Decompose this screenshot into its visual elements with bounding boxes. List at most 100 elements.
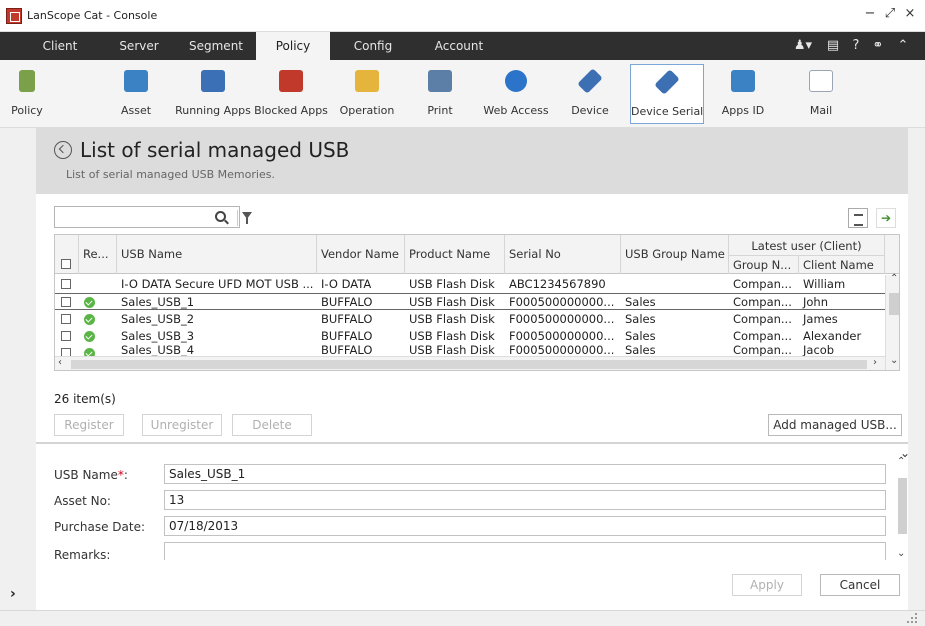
toolbar-policy[interactable]: Policy	[2, 64, 52, 124]
purchase-date-label: Purchase Date:	[54, 520, 146, 534]
delete-button[interactable]: Delete	[232, 414, 312, 436]
table-vertical-scrollbar[interactable]: ⌃ ⌄	[885, 273, 899, 370]
scroll-up-icon[interactable]: ⌃	[890, 273, 898, 284]
purchase-date-field[interactable]: 07/18/2013	[164, 516, 886, 536]
scroll-left-icon[interactable]: ‹	[58, 357, 62, 368]
table-horizontal-scrollbar[interactable]: ‹ ›	[55, 356, 885, 370]
page-title: List of serial managed USB	[80, 138, 350, 162]
user-icon[interactable]: ♟▾	[790, 32, 816, 60]
table-row[interactable]: I-O DATA Secure UFD MOT USB ... I-O DATA…	[55, 276, 899, 293]
status-bar	[0, 610, 925, 626]
right-frame	[908, 128, 925, 626]
mail-icon	[809, 70, 833, 92]
search-input[interactable]	[54, 206, 252, 228]
registered-check-icon	[84, 331, 95, 342]
column-usb-group-name[interactable]: USB Group Name	[621, 235, 729, 274]
details-scrollbar[interactable]: ⌃ ⌄	[896, 452, 908, 570]
toolbar-mail[interactable]: Mail	[796, 64, 846, 124]
apps-id-icon	[731, 70, 755, 92]
registered-check-icon	[84, 297, 95, 308]
web-access-icon	[505, 70, 527, 92]
register-button[interactable]: Register	[54, 414, 124, 436]
asset-icon	[124, 70, 148, 92]
toolbar-device[interactable]: Device	[562, 64, 618, 124]
toolbar-blocked-apps[interactable]: Blocked Apps	[252, 64, 330, 124]
table-row[interactable]: Sales_USB_2 BUFFALO USB Flash Disk F0005…	[55, 311, 899, 328]
tab-segment[interactable]: Segment	[178, 32, 254, 60]
table-header: Re... USB Name Vendor Name Product Name …	[55, 235, 899, 274]
print-icon	[428, 70, 452, 92]
column-registered[interactable]: Re...	[79, 235, 117, 274]
column-product-name[interactable]: Product Name	[405, 235, 505, 274]
scroll-thumb[interactable]	[898, 478, 907, 534]
tab-server[interactable]: Server	[104, 32, 174, 60]
apply-button[interactable]: Apply	[732, 574, 802, 596]
globe-icon[interactable]: ⚭	[868, 32, 888, 60]
unregister-button[interactable]: Unregister	[142, 414, 222, 436]
usb-details-panel: USB Name*: Sales_USB_1 Asset No: 13 Purc…	[36, 442, 908, 610]
toolbar-asset[interactable]: Asset	[108, 64, 164, 124]
back-icon[interactable]	[54, 141, 72, 159]
cancel-button[interactable]: Cancel	[820, 574, 900, 596]
table-row[interactable]: Sales_USB_4 BUFFALO USB Flash Disk F0005…	[55, 345, 899, 356]
left-frame	[0, 128, 36, 626]
export-icon[interactable]: ➔	[876, 208, 896, 228]
minimize-button[interactable]: −	[862, 6, 878, 21]
help-icon[interactable]: ?	[846, 32, 866, 60]
window-title: LanScope Cat - Console	[27, 9, 158, 22]
tab-policy[interactable]: Policy	[256, 32, 330, 60]
app-logo-icon	[6, 8, 22, 24]
toolbar-operation[interactable]: Operation	[336, 64, 398, 124]
close-button[interactable]: ×	[902, 6, 918, 21]
remarks-field[interactable]	[164, 542, 886, 560]
column-client-name[interactable]: Client Name	[799, 255, 885, 274]
toolbar-device-serial[interactable]: Device Serial	[630, 64, 704, 124]
scroll-down-icon[interactable]: ⌄	[890, 355, 898, 366]
row-checkbox[interactable]	[61, 279, 71, 289]
item-count: 26 item(s)	[54, 392, 116, 406]
expand-sidebar-icon[interactable]: ›	[10, 586, 16, 602]
select-all-checkbox[interactable]	[61, 259, 71, 269]
asset-no-field[interactable]: 13	[164, 490, 886, 510]
scroll-down-icon[interactable]: ⌄	[897, 548, 905, 559]
page-subtitle: List of serial managed USB Memories.	[66, 168, 275, 181]
tab-config[interactable]: Config	[334, 32, 412, 60]
resize-grip-icon[interactable]	[906, 612, 918, 624]
toolbar-apps-id[interactable]: Apps ID	[718, 64, 768, 124]
ribbon-toolbar: Policy Asset Running Apps Blocked Apps O…	[0, 60, 925, 128]
asset-no-label: Asset No:	[54, 494, 111, 508]
scroll-thumb[interactable]	[71, 360, 867, 369]
page-header: List of serial managed USB List of seria…	[36, 128, 908, 194]
scroll-right-icon[interactable]: ›	[873, 357, 877, 368]
row-checkbox[interactable]	[61, 331, 71, 341]
add-managed-usb-button[interactable]: Add managed USB...	[768, 414, 902, 436]
column-serial-no[interactable]: Serial No	[505, 235, 621, 274]
title-bar: LanScope Cat - Console − ⤢ ×	[0, 0, 925, 32]
select-all-header	[55, 235, 79, 274]
tab-account[interactable]: Account	[418, 32, 500, 60]
row-checkbox[interactable]	[61, 297, 71, 307]
running-apps-icon	[201, 70, 225, 92]
toolbar-print[interactable]: Print	[414, 64, 466, 124]
row-checkbox[interactable]	[61, 314, 71, 324]
notes-icon[interactable]: ▤	[822, 32, 844, 60]
filter-icon[interactable]	[237, 210, 253, 226]
toolbar-running-apps[interactable]: Running Apps	[174, 64, 252, 124]
registered-check-icon	[84, 314, 95, 325]
table-row[interactable]: Sales_USB_3 BUFFALO USB Flash Disk F0005…	[55, 328, 899, 345]
maximize-button[interactable]: ⤢	[882, 6, 898, 21]
usb-name-field[interactable]: Sales_USB_1	[164, 464, 886, 484]
list-view-icon[interactable]	[848, 208, 868, 228]
menu-bar: Client Server Segment Policy Config Acco…	[0, 32, 925, 60]
row-checkbox[interactable]	[61, 348, 71, 356]
column-group-n[interactable]: Group N...	[729, 255, 799, 274]
column-vendor-name[interactable]: Vendor Name	[317, 235, 405, 274]
tab-client[interactable]: Client	[30, 32, 90, 60]
collapse-details-icon[interactable]: ⌄	[900, 446, 910, 460]
toolbar-web-access[interactable]: Web Access	[480, 64, 552, 124]
search-icon[interactable]	[215, 211, 226, 222]
table-row-selected[interactable]: Sales_USB_1 BUFFALO USB Flash Disk F0005…	[55, 293, 899, 310]
collapse-ribbon-icon[interactable]: ⌃	[892, 32, 914, 60]
scroll-thumb[interactable]	[889, 293, 899, 315]
column-usb-name[interactable]: USB Name	[117, 235, 317, 274]
